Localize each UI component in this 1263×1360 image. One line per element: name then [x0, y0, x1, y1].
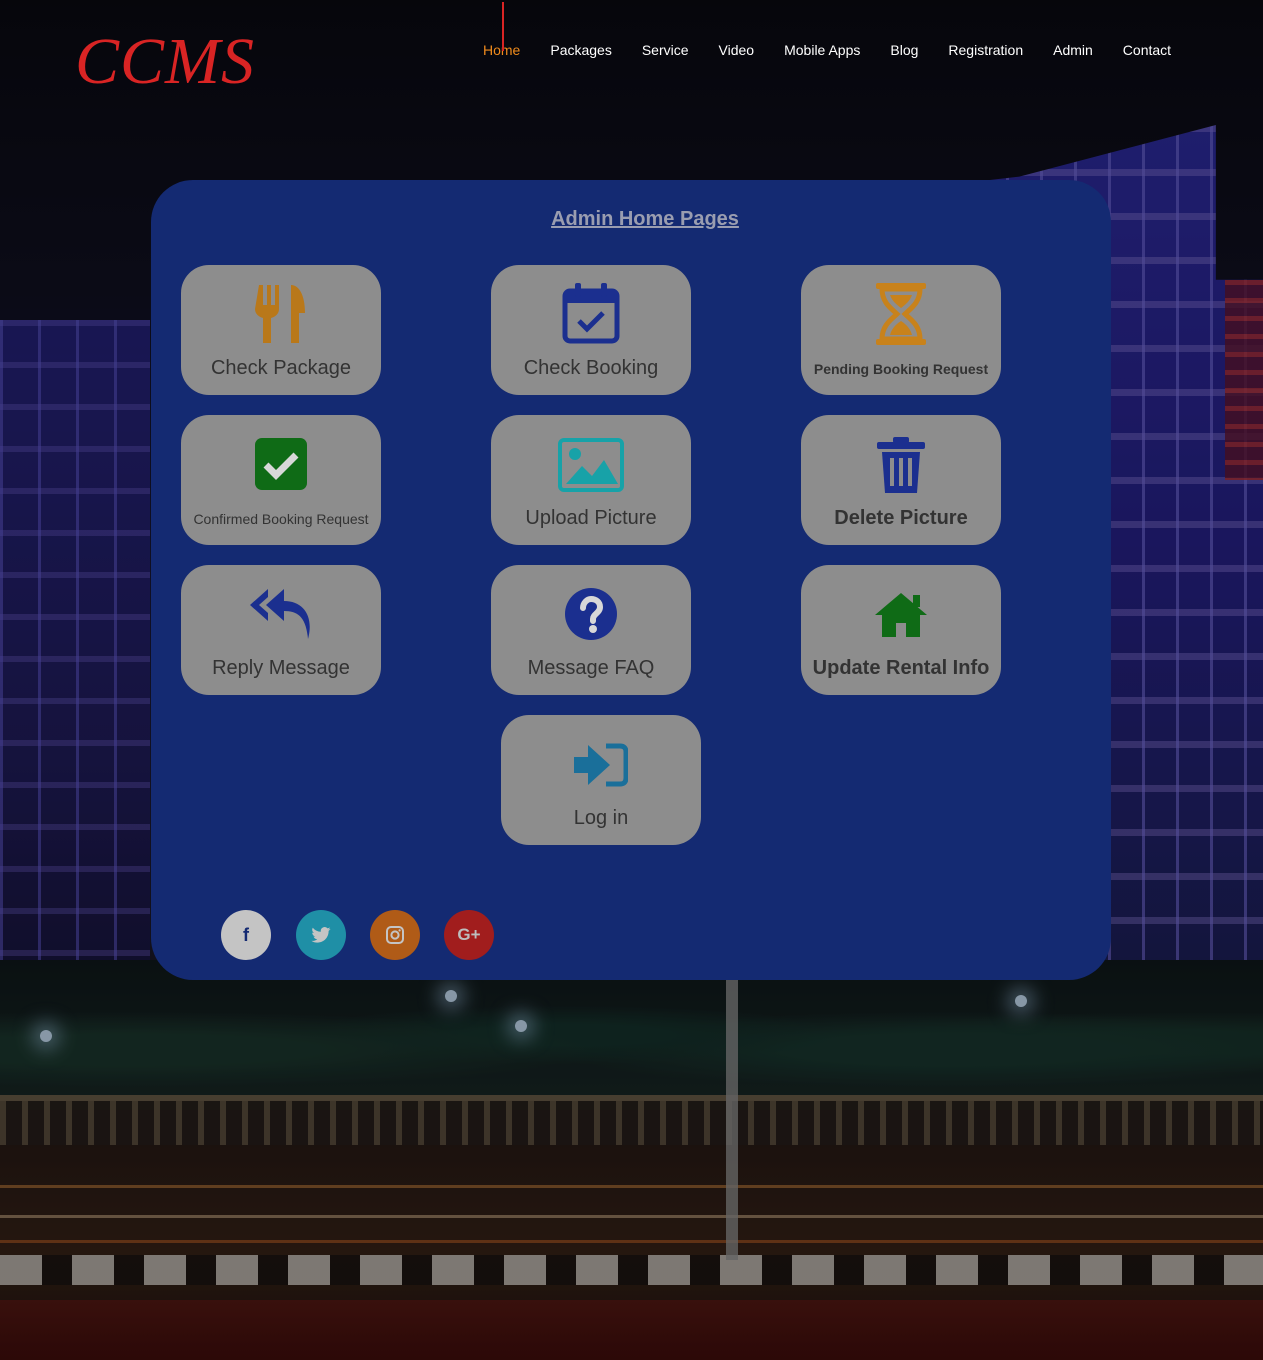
- tile-label: Delete Picture: [834, 507, 968, 529]
- message-faq-button[interactable]: Message FAQ: [491, 565, 691, 695]
- instagram-button[interactable]: [370, 910, 420, 960]
- hourglass-icon: [801, 283, 1001, 345]
- nav-item-packages: Packages: [535, 0, 626, 100]
- nav-item-mobile-apps: Mobile Apps: [769, 0, 875, 100]
- reply-message-button[interactable]: Reply Message: [181, 565, 381, 695]
- tile-label: Reply Message: [212, 657, 350, 679]
- nav-link-registration[interactable]: Registration: [948, 42, 1023, 58]
- twitter-icon: [311, 927, 331, 943]
- reply-all-icon: [181, 583, 381, 645]
- panel-title[interactable]: Admin Home Pages: [151, 208, 1139, 231]
- update-rental-info-button[interactable]: Update Rental Info: [801, 565, 1001, 695]
- image-icon: [491, 433, 691, 495]
- pending-booking-request-button[interactable]: Pending Booking Request: [801, 265, 1001, 395]
- nav-item-home: Home: [468, 0, 535, 100]
- log-in-button[interactable]: Log in: [501, 715, 701, 845]
- nav-item-registration: Registration: [933, 0, 1038, 100]
- tile-label: Upload Picture: [525, 507, 657, 529]
- nav-link-packages[interactable]: Packages: [550, 42, 611, 58]
- nav-item-blog: Blog: [875, 0, 933, 100]
- main-nav: Home Packages Service Video Mobile Apps …: [468, 0, 1186, 100]
- tile-label: Pending Booking Request: [813, 361, 989, 377]
- calendar-check-icon: [491, 283, 691, 345]
- tile-label: Check Booking: [523, 357, 659, 379]
- tile-label: Check Package: [210, 357, 352, 379]
- checkbox-icon: [181, 433, 381, 495]
- trash-icon: [801, 433, 1001, 495]
- site-logo[interactable]: CCMS: [75, 24, 255, 100]
- facebook-icon: f: [243, 924, 249, 945]
- check-booking-button[interactable]: Check Booking: [491, 265, 691, 395]
- upload-picture-button[interactable]: Upload Picture: [491, 415, 691, 545]
- question-circle-icon: [491, 583, 691, 645]
- tile-label: Message FAQ: [527, 657, 655, 679]
- confirmed-booking-request-button[interactable]: Confirmed Booking Request: [181, 415, 381, 545]
- nav-link-home[interactable]: Home: [483, 42, 520, 58]
- fork-knife-icon: [181, 283, 381, 345]
- nav-link-admin[interactable]: Admin: [1053, 42, 1093, 58]
- google-plus-button[interactable]: G+: [444, 910, 494, 960]
- nav-item-video: Video: [704, 0, 770, 100]
- nav-item-service: Service: [627, 0, 704, 100]
- check-package-button[interactable]: Check Package: [181, 265, 381, 395]
- nav-item-admin: Admin: [1038, 0, 1108, 100]
- nav-link-contact[interactable]: Contact: [1123, 42, 1171, 58]
- delete-picture-button[interactable]: Delete Picture: [801, 415, 1001, 545]
- google-plus-icon: G+: [457, 925, 481, 944]
- nav-link-blog[interactable]: Blog: [890, 42, 918, 58]
- nav-link-video[interactable]: Video: [719, 42, 755, 58]
- sign-in-icon: [501, 733, 701, 795]
- tile-label: Log in: [573, 807, 629, 829]
- home-icon: [801, 583, 1001, 645]
- nav-link-service[interactable]: Service: [642, 42, 689, 58]
- admin-panel: Admin Home Pages Check Package Check Boo…: [151, 180, 1111, 980]
- twitter-button[interactable]: [296, 910, 346, 960]
- instagram-icon: [386, 926, 404, 944]
- tile-label: Update Rental Info: [812, 657, 990, 679]
- tile-label: Confirmed Booking Request: [193, 511, 369, 527]
- facebook-button[interactable]: f: [221, 910, 271, 960]
- nav-item-contact: Contact: [1108, 0, 1186, 100]
- nav-link-mobile-apps[interactable]: Mobile Apps: [784, 42, 860, 58]
